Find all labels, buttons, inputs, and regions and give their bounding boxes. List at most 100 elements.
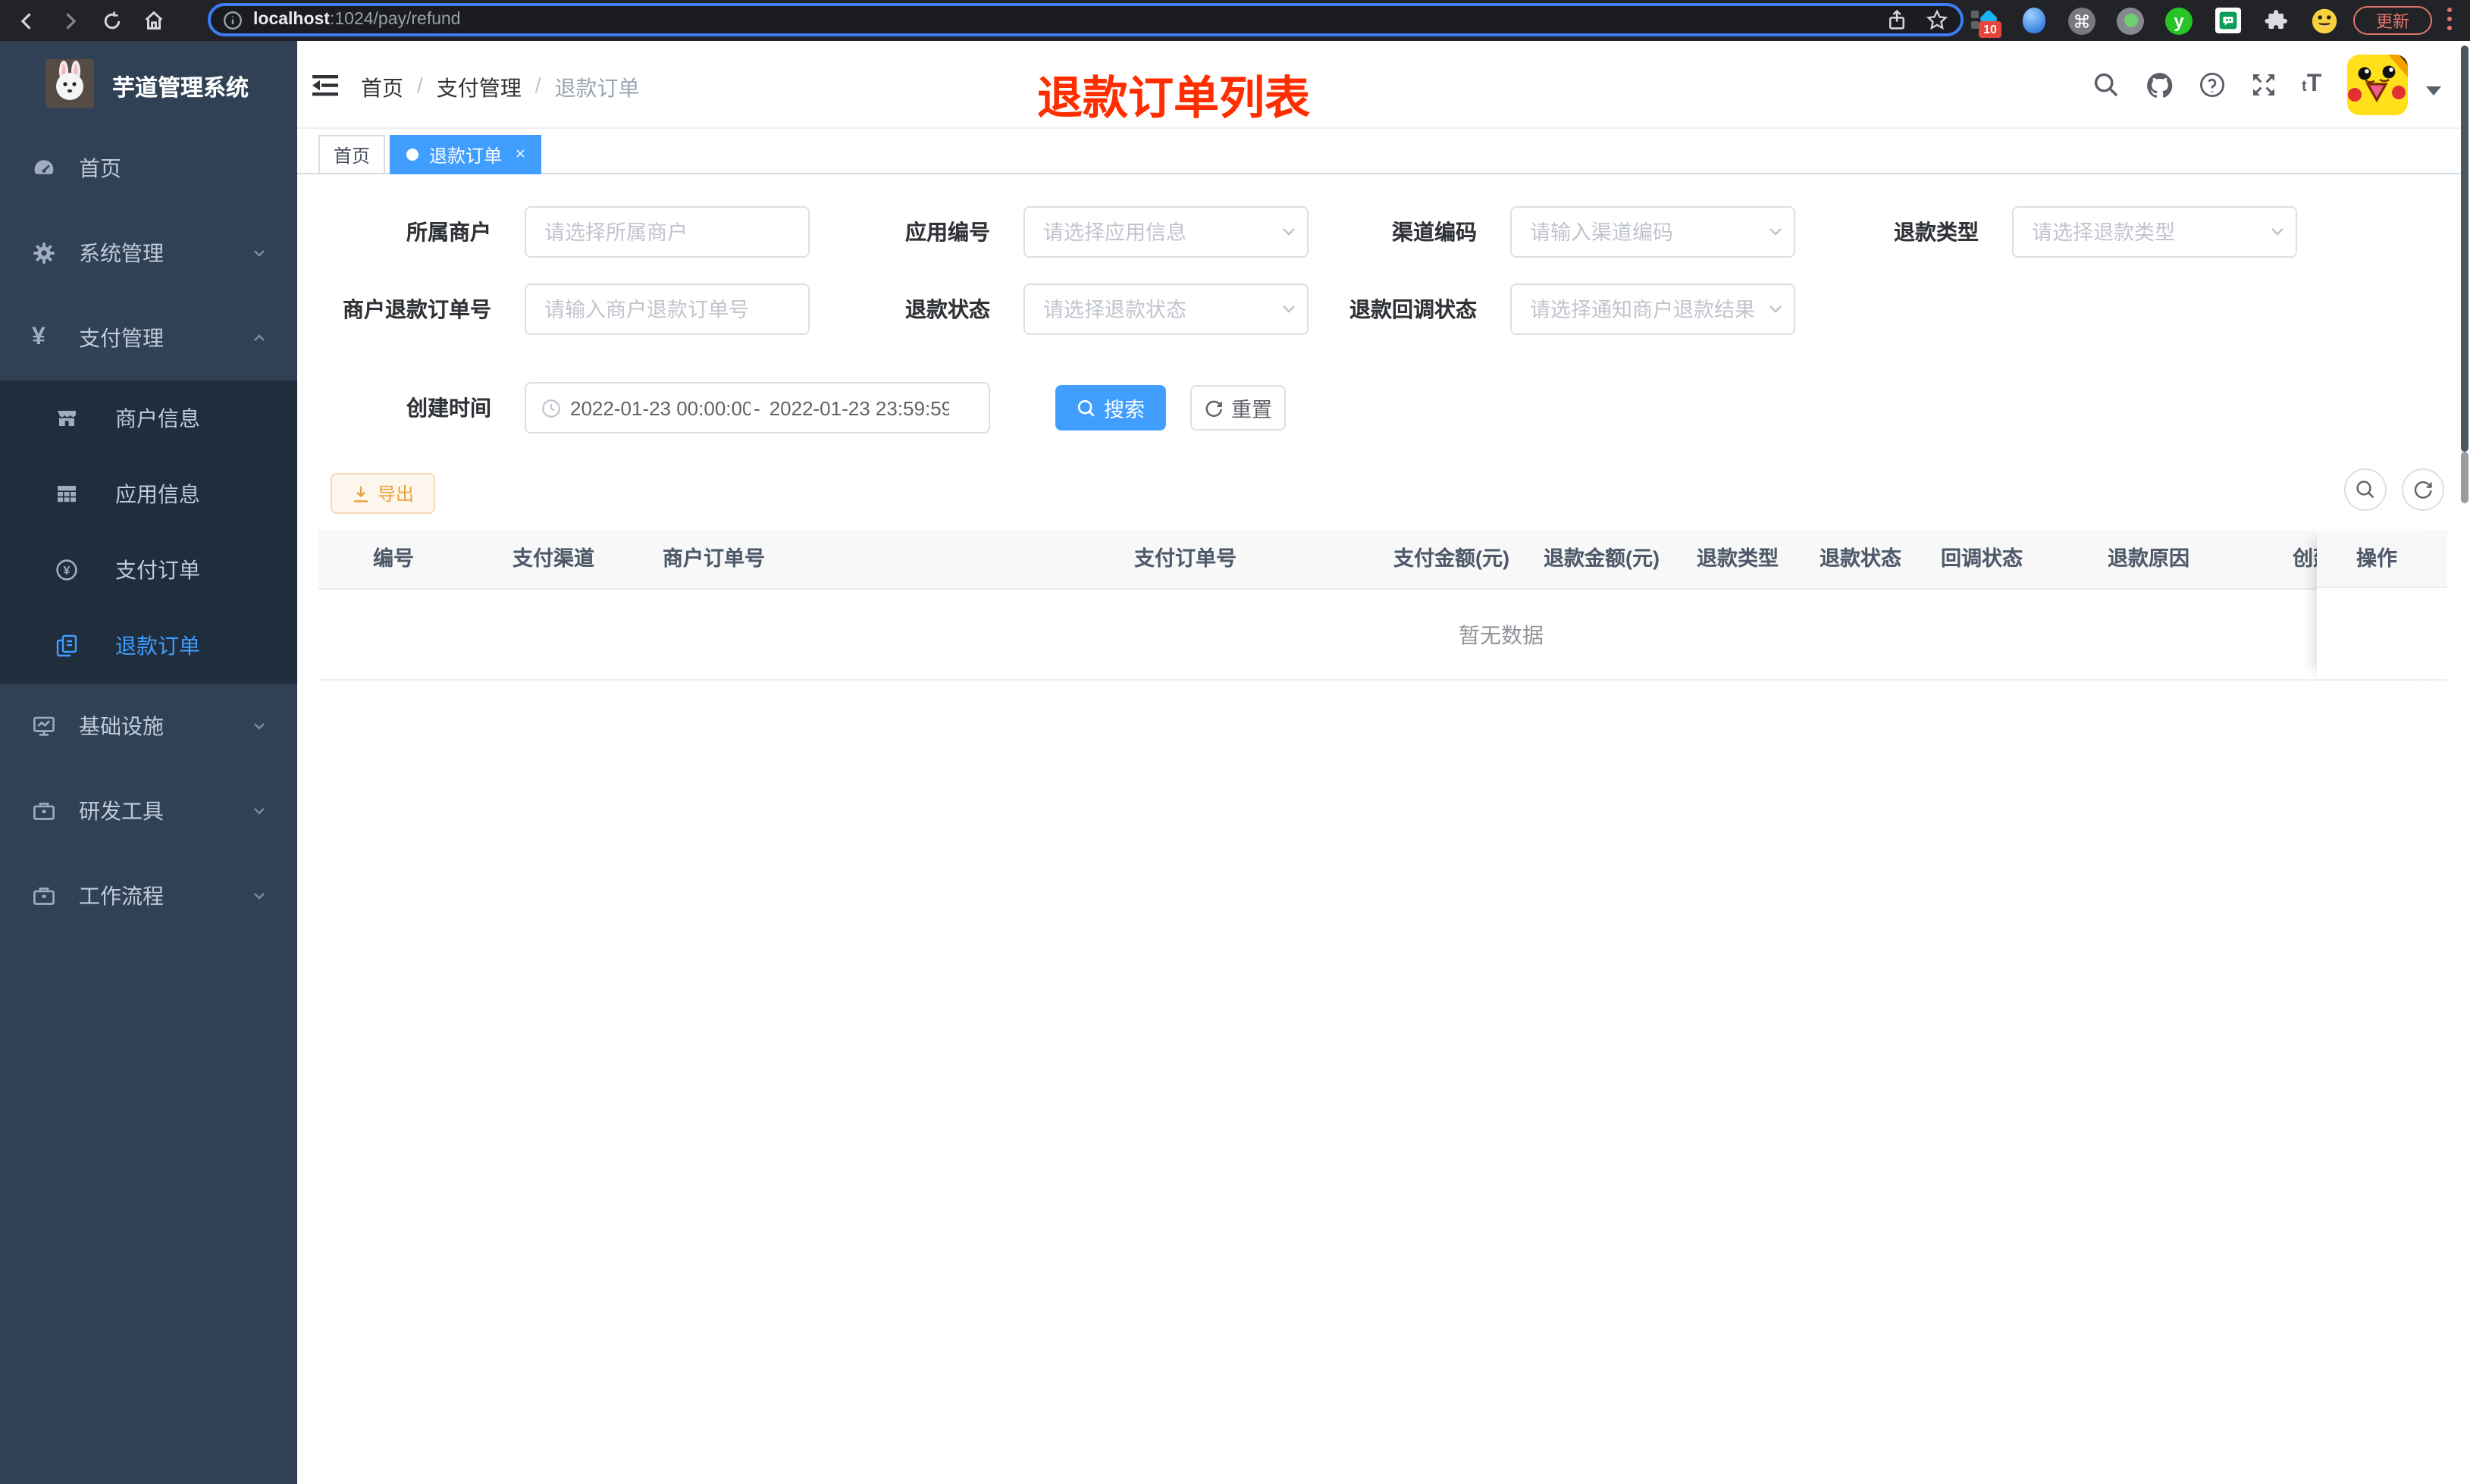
app-header: 首页 / 支付管理 / 退款订单 退款订单列表 tT: [297, 41, 2462, 129]
update-button[interactable]: 更新: [2353, 6, 2432, 35]
start-date-input[interactable]: [570, 396, 751, 419]
sidebar-item-merchant-info[interactable]: 商户信息: [0, 380, 297, 456]
merchant-refund-no-input[interactable]: [525, 283, 810, 335]
extensions-row: 10 y: [1970, 5, 2340, 37]
sidebar-item-dev-tools[interactable]: 研发工具: [0, 769, 297, 853]
col-merchant-order-no: 商户订单号: [663, 547, 765, 570]
download-icon: [353, 486, 368, 502]
end-date-input[interactable]: [769, 396, 950, 419]
tag-active-dot: [406, 149, 418, 161]
extensions-puzzle-icon[interactable]: [2261, 5, 2291, 36]
col-refund-amount: 退款金额(元): [1544, 547, 1660, 570]
tag-home[interactable]: 首页: [318, 135, 386, 174]
browser-menu-icon[interactable]: [2446, 8, 2452, 33]
sidebar-item-pay-order[interactable]: ¥ 支付订单: [0, 532, 297, 608]
filter-label-callback-status: 退款回调状态: [1349, 297, 1477, 321]
info-icon[interactable]: [223, 10, 243, 30]
empty-text: 暂无数据: [1459, 622, 1544, 647]
github-icon[interactable]: [2146, 71, 2173, 99]
extension-chat-icon[interactable]: [2212, 5, 2243, 36]
tags-view-bar: 首页 退款订单 ×: [297, 129, 2462, 174]
tag-close-icon[interactable]: ×: [516, 146, 525, 163]
col-pay-amount: 支付金额(元): [1393, 547, 1509, 570]
sidebar-item-workflow[interactable]: 工作流程: [0, 853, 297, 938]
app-select[interactable]: [1023, 206, 1309, 258]
sidebar-item-app-info[interactable]: 应用信息: [0, 456, 297, 532]
chevron-down-icon: [252, 803, 267, 819]
document-icon: [55, 634, 79, 658]
sidebar-item-system[interactable]: 系统管理: [0, 211, 297, 296]
logo-rabbit-image: [45, 59, 94, 108]
svg-text:¥: ¥: [64, 565, 71, 578]
search-icon[interactable]: [2092, 71, 2120, 99]
clock-icon: [541, 398, 561, 418]
chevron-down-icon: [252, 719, 267, 734]
refund-status-select[interactable]: [1023, 283, 1309, 335]
sidebar-item-home[interactable]: 首页: [0, 126, 297, 211]
sidebar: 芋道管理系统 首页 系统管理 ¥ 支付管理 商户信息 应用信息 ¥ 支付订单 退…: [0, 41, 297, 1484]
sidebar-item-pay[interactable]: ¥ 支付管理: [0, 296, 297, 380]
url-text: localhost:1024/pay/refund: [253, 11, 461, 29]
dashboard-icon: [32, 156, 56, 180]
fixed-action-column: 操作: [2317, 531, 2447, 678]
avatar[interactable]: [2347, 55, 2408, 115]
sidebar-toggle-icon[interactable]: [312, 74, 340, 97]
filter-label-create-time: 创建时间: [406, 396, 491, 420]
col-create-time: 创建时间: [2293, 547, 2317, 570]
url-bar[interactable]: localhost:1024/pay/refund: [208, 3, 1964, 36]
sidebar-item-infra[interactable]: 基础设施: [0, 684, 297, 769]
fullscreen-icon[interactable]: [2250, 71, 2277, 99]
create-time-range-picker[interactable]: -: [525, 382, 990, 434]
breadcrumb-pay[interactable]: 支付管理: [437, 73, 522, 103]
callback-status-select[interactable]: [1510, 283, 1795, 335]
gear-icon: [32, 241, 56, 265]
scrollbar-thumb[interactable]: [2461, 45, 2468, 452]
col-pay-order-no: 支付订单号: [1134, 547, 1237, 570]
refresh-icon: [1205, 399, 1222, 417]
reload-icon[interactable]: [97, 6, 126, 35]
home-icon[interactable]: [139, 6, 168, 35]
col-action: 操作: [2317, 531, 2447, 588]
channel-select[interactable]: [1510, 206, 1795, 258]
table-search-toggle-button[interactable]: [2344, 468, 2387, 511]
back-icon[interactable]: [12, 6, 41, 35]
breadcrumb-home[interactable]: 首页: [361, 73, 403, 103]
refund-table: 编号 支付渠道 商户订单号 支付订单号 支付金额(元) 退款金额(元) 退款类型…: [318, 531, 2447, 681]
extension-badge: 10: [1979, 20, 2001, 37]
avatar-caret-down-icon[interactable]: [2426, 86, 2441, 103]
col-id: 编号: [373, 547, 414, 570]
sidebar-item-refund-order[interactable]: 退款订单: [0, 608, 297, 684]
monitor-icon: [32, 714, 56, 738]
filter-label-merchant-refund-no: 商户退款订单号: [343, 297, 491, 321]
shop-icon: [55, 406, 79, 430]
breadcrumb: 首页 / 支付管理 / 退款订单: [361, 73, 640, 103]
screen: localhost:1024/pay/refund 10 y 更新 芋道管理系统…: [0, 0, 2470, 1484]
extension-emoji-icon[interactable]: [2309, 5, 2340, 36]
extension-command-icon[interactable]: [2067, 5, 2097, 36]
col-pay-channel: 支付渠道: [512, 547, 594, 570]
refund-type-select[interactable]: [2012, 206, 2297, 258]
search-button[interactable]: 搜索: [1055, 385, 1166, 430]
page-title: 退款订单列表: [1037, 74, 1310, 124]
bookmark-star-icon[interactable]: [1926, 8, 1948, 31]
extension-balloon-icon[interactable]: [2018, 5, 2048, 36]
tag-refund-order[interactable]: 退款订单 ×: [390, 135, 542, 174]
font-size-icon[interactable]: tT: [2302, 71, 2321, 99]
chevron-down-icon: [252, 888, 267, 903]
grid-icon: [55, 482, 79, 506]
filter-label-merchant: 所属商户: [406, 220, 491, 244]
merchant-select[interactable]: [525, 206, 810, 258]
extension-y-icon[interactable]: y: [2164, 5, 2194, 36]
yen-icon: ¥: [32, 324, 45, 350]
export-button[interactable]: 导出: [331, 473, 435, 514]
extension-record-icon[interactable]: [2115, 5, 2146, 36]
reset-button[interactable]: 重置: [1190, 385, 1286, 430]
toolbox-icon: [32, 799, 56, 823]
extension-sider-icon[interactable]: 10: [1970, 5, 2001, 37]
breadcrumb-current: 退款订单: [554, 76, 640, 100]
table-refresh-button[interactable]: [2402, 468, 2444, 511]
app-logo: 芋道管理系统: [0, 41, 297, 126]
help-icon[interactable]: [2199, 71, 2226, 99]
forward-icon[interactable]: [55, 6, 83, 35]
share-icon[interactable]: [1886, 9, 1907, 30]
